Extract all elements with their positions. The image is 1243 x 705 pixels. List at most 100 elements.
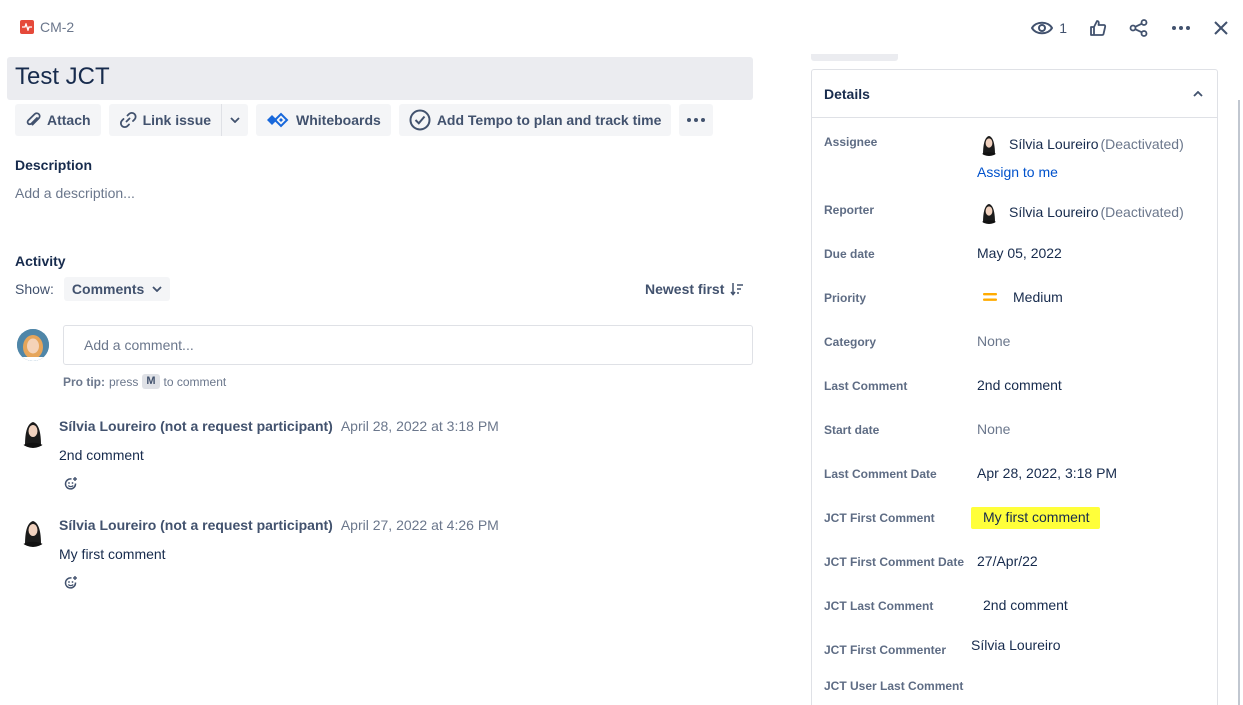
pro-tip-rest: to comment <box>163 374 227 389</box>
share-icon <box>1129 19 1148 37</box>
comment-date[interactable]: April 27, 2022 at 4:26 PM <box>341 517 499 533</box>
pro-tip: Pro tip: press M to comment <box>63 374 226 389</box>
link-issue-button[interactable]: Link issue <box>108 104 223 136</box>
jct-first-comment-date-field[interactable]: 27/Apr/22 <box>977 553 1038 569</box>
sort-order-button[interactable]: Newest first <box>645 281 744 297</box>
activity-filter-value: Comments <box>71 281 145 297</box>
paperclip-icon <box>26 112 41 126</box>
comment-author-avatar <box>17 515 49 547</box>
comment-author[interactable]: Sílvia Loureiro (not a request participa… <box>59 517 333 533</box>
comment-author[interactable]: Sílvia Loureiro (not a request participa… <box>59 418 333 434</box>
whiteboards-button[interactable]: Whiteboards <box>256 104 391 136</box>
jct-last-comment-field[interactable]: 2nd comment <box>983 597 1068 613</box>
watch-button[interactable]: 1 <box>1027 14 1071 42</box>
details-title: Details <box>824 85 870 102</box>
jct-first-commenter-label: JCT First Commenter <box>824 643 947 657</box>
due-date-field[interactable]: May 05, 2022 <box>977 245 1062 261</box>
reporter-field[interactable]: Sílvia Loureiro (Deactivated) <box>977 200 1184 224</box>
activity-filter-row: Show: Comments <box>15 277 171 301</box>
start-date-field[interactable]: None <box>977 421 1010 437</box>
reporter-avatar <box>977 200 1001 224</box>
add-reaction-button[interactable] <box>63 476 79 492</box>
category-label: Category <box>824 335 877 349</box>
last-comment-date-field[interactable]: Apr 28, 2022, 3:18 PM <box>977 465 1117 481</box>
category-field[interactable]: None <box>977 333 1010 349</box>
pro-tip-key: M <box>142 374 160 389</box>
link-issue-label: Link issue <box>142 112 212 128</box>
jct-first-commenter-field[interactable]: Sílvia Loureiro <box>971 637 1061 653</box>
attach-label: Attach <box>47 112 91 128</box>
due-date-label: Due date <box>824 247 875 261</box>
watch-count: 1 <box>1059 20 1067 36</box>
jct-first-comment-value: My first comment <box>971 507 1100 529</box>
eye-icon <box>1031 21 1054 35</box>
comment-header: Sílvia Loureiro (not a request participa… <box>59 517 499 533</box>
jct-first-comment-label: JCT First Comment <box>824 511 935 525</box>
add-tempo-button[interactable]: Add Tempo to plan and track time <box>398 104 672 136</box>
add-tempo-label: Add Tempo to plan and track time <box>436 112 662 128</box>
assignee-avatar <box>977 132 1001 156</box>
assignee-name: Sílvia Loureiro <box>1009 136 1099 152</box>
jct-first-comment-field[interactable]: My first comment <box>971 507 1100 529</box>
details-panel: Details Assignee Sílvia Loureiro (Deacti… <box>811 69 1218 705</box>
assign-to-me-link[interactable]: Assign to me <box>977 164 1058 180</box>
more-actions-button[interactable] <box>1167 14 1195 42</box>
comment-header: Sílvia Loureiro (not a request participa… <box>59 418 499 434</box>
attach-button[interactable]: Attach <box>15 104 101 136</box>
reporter-name: Sílvia Loureiro <box>1009 204 1099 220</box>
details-panel-header[interactable]: Details <box>812 70 1217 118</box>
close-icon <box>1214 21 1228 35</box>
add-reaction-button[interactable] <box>63 575 79 591</box>
add-reaction-icon <box>64 477 77 490</box>
comment-body: 2nd comment <box>59 447 144 463</box>
chevron-down-icon <box>152 286 162 292</box>
activity-heading: Activity <box>15 253 66 269</box>
issue-title-field[interactable]: Test JCT <box>7 57 753 100</box>
last-comment-date-label: Last Comment Date <box>824 467 937 481</box>
jct-user-last-comment-label: JCT User Last Comment <box>824 679 964 693</box>
description-heading: Description <box>15 157 93 173</box>
priority-field[interactable]: Medium <box>983 289 1063 305</box>
reporter-status: (Deactivated) <box>1100 204 1184 220</box>
sort-order-label: Newest first <box>645 281 725 297</box>
whiteboards-label: Whiteboards <box>296 112 381 128</box>
priority-label: Priority <box>824 291 867 305</box>
comment-author-avatar <box>17 416 49 448</box>
assignee-status: (Deactivated) <box>1100 136 1184 152</box>
status-tab-edge <box>811 54 898 61</box>
activity-filter-select[interactable]: Comments <box>63 277 171 301</box>
chevron-down-icon <box>230 117 240 123</box>
issue-type-icon <box>20 20 34 34</box>
link-issue-dropdown-button[interactable] <box>222 104 249 136</box>
show-label: Show: <box>15 281 54 297</box>
toolbar-more-button[interactable] <box>679 104 714 136</box>
more-icon <box>1172 26 1190 30</box>
last-comment-label: Last Comment <box>824 379 908 393</box>
jct-last-comment-label: JCT Last Comment <box>824 599 934 613</box>
priority-value: Medium <box>1013 289 1063 305</box>
link-issue-split-button: Link issue <box>108 104 249 136</box>
last-comment-field[interactable]: 2nd comment <box>977 377 1062 393</box>
share-button[interactable] <box>1125 14 1153 42</box>
panel-scrollbar[interactable] <box>1238 100 1240 705</box>
issue-key-breadcrumb[interactable]: CM-2 <box>20 19 74 35</box>
current-user-avatar <box>17 329 49 361</box>
link-icon <box>119 111 137 129</box>
sort-icon <box>730 283 744 296</box>
issue-toolbar: Attach Link issue Whiteboards Add Tempo … <box>15 104 714 136</box>
issue-actions: 1 <box>1027 14 1233 42</box>
start-date-label: Start date <box>824 423 880 437</box>
comment-body: My first comment <box>59 546 166 562</box>
chevron-up-icon <box>1193 90 1203 97</box>
issue-key: CM-2 <box>40 19 75 35</box>
add-comment-input[interactable]: Add a comment... <box>63 325 753 365</box>
jct-first-comment-date-label: JCT First Comment Date <box>824 555 965 569</box>
reporter-label: Reporter <box>824 203 875 217</box>
vote-button[interactable] <box>1085 14 1111 42</box>
comment-date[interactable]: April 28, 2022 at 3:18 PM <box>341 418 499 434</box>
thumbs-up-icon <box>1090 20 1107 36</box>
description-field[interactable]: Add a description... <box>15 185 135 201</box>
close-button[interactable] <box>1209 14 1233 42</box>
priority-medium-icon <box>983 293 997 301</box>
assignee-field[interactable]: Sílvia Loureiro (Deactivated) <box>977 132 1184 156</box>
